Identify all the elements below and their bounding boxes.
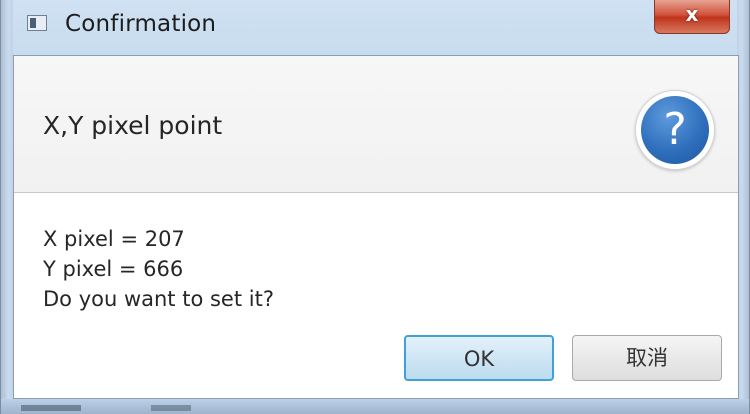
cancel-button[interactable]: 取消	[572, 335, 722, 381]
dialog-content: X pixel = 207 Y pixel = 666 Do you want …	[43, 224, 274, 314]
dialog-pane: X,Y pixel point ? X pixel = 207 Y pixel …	[13, 55, 739, 399]
header-text: X,Y pixel point	[43, 111, 223, 140]
window-bottom-edge	[1, 399, 749, 414]
window-title: Confirmation	[65, 11, 217, 37]
question-mark-icon: ?	[635, 90, 715, 170]
question-mark-glyph: ?	[641, 96, 709, 164]
ok-button[interactable]: OK	[404, 335, 554, 381]
question-text: Do you want to set it?	[43, 287, 274, 311]
confirmation-window: Confirmation x X,Y pixel point ? X pixel…	[0, 0, 750, 414]
title-bar[interactable]: Confirmation x	[1, 0, 749, 50]
x-pixel-text: X pixel = 207	[43, 227, 185, 251]
y-pixel-text: Y pixel = 666	[43, 257, 184, 281]
close-button[interactable]: x	[654, 0, 730, 34]
window-frame-left	[1, 0, 13, 414]
dialog-header: X,Y pixel point ?	[14, 56, 738, 193]
app-window-icon	[27, 15, 47, 31]
